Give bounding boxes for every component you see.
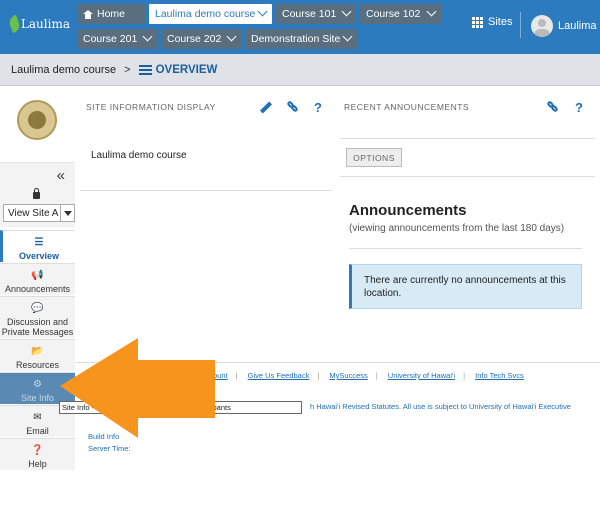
list-icon: ☰ <box>34 237 44 248</box>
tab-course-101[interactable]: Course 101 <box>276 4 356 24</box>
footer-link-feedback[interactable]: Give Us Feedback <box>248 371 310 380</box>
chevron-down-icon <box>341 6 352 17</box>
link-icon[interactable] <box>286 100 299 113</box>
nav-label: Overview <box>18 251 60 261</box>
nav-item-overview[interactable]: ☰ Overview <box>0 230 75 262</box>
sites-button[interactable]: Sites <box>472 16 512 28</box>
site-description: Laulima demo course <box>91 150 187 161</box>
nav-label: Resources <box>15 360 60 370</box>
tab-label: Demonstration Site <box>251 33 341 45</box>
divider <box>80 190 332 191</box>
nav-label: Site Info <box>20 393 55 403</box>
view-as-select[interactable]: View Site A <box>3 204 75 222</box>
tab-laulima-demo-course[interactable]: Laulima demo course <box>149 4 272 24</box>
announcements-heading: Announcements <box>349 202 467 219</box>
user-menu[interactable]: Laulima <box>531 15 597 37</box>
divider <box>349 248 582 249</box>
tab-label: Laulima demo course <box>155 8 256 20</box>
nav-label: Announcements <box>4 284 71 294</box>
footer-link-university[interactable]: University of Hawai'i <box>388 371 455 380</box>
page-title: OVERVIEW <box>155 63 218 76</box>
top-bar: Laulima Home Laulima demo course Course … <box>0 0 600 54</box>
chevron-down-icon <box>226 31 237 42</box>
page: Laulima Home Laulima demo course Course … <box>0 0 600 527</box>
breadcrumb: Laulima demo course > OVERVIEW <box>0 54 600 86</box>
home-icon <box>83 9 93 19</box>
arrow-shape <box>60 338 215 438</box>
divider <box>340 138 595 139</box>
chevron-down-icon <box>142 31 153 42</box>
breadcrumb-separator: > <box>124 63 131 76</box>
tab-course-201[interactable]: Course 201 <box>77 29 157 49</box>
help-icon[interactable]: ? <box>575 100 583 115</box>
chevron-down-icon <box>426 6 437 17</box>
tab-course-202[interactable]: Course 202 <box>161 29 241 49</box>
tab-course-102[interactable]: Course 102 <box>360 4 441 24</box>
footer-link-mysuccess[interactable]: MySuccess <box>329 371 367 380</box>
link-icon[interactable] <box>546 100 559 113</box>
sites-label: Sites <box>488 16 513 28</box>
chevron-down-icon <box>342 31 353 42</box>
announcements-subheading: (viewing announcements from the last 180… <box>349 223 565 234</box>
nav-label: Help <box>28 459 47 469</box>
divider <box>520 12 521 38</box>
megaphone-icon: 📢 <box>31 270 44 281</box>
nav-label: Email <box>26 426 49 436</box>
announcements-title: RECENT ANNOUNCEMENTS <box>344 102 470 112</box>
pointer-arrow-annotation <box>60 338 215 438</box>
double-chevron-left-icon: « <box>56 166 65 184</box>
chat-icon: 💬 <box>31 303 44 314</box>
breadcrumb-page: OVERVIEW <box>138 63 218 76</box>
university-seal-logo <box>17 100 57 140</box>
options-button[interactable]: OPTIONS <box>346 148 402 167</box>
view-as-box: View Site A <box>0 187 75 227</box>
no-announcements-message: There are currently no announcements at … <box>349 264 582 309</box>
collapse-nav-button[interactable]: « <box>0 162 75 187</box>
footer-link-its[interactable]: Info Tech Svcs <box>475 371 524 380</box>
footer-links: ount | Give Us Feedback | MySuccess | Unive… <box>213 371 524 380</box>
laulima-logo[interactable]: Laulima <box>7 12 70 36</box>
grid-icon <box>472 16 483 28</box>
tab-label: Home <box>97 8 126 20</box>
chevron-down-icon <box>257 6 268 17</box>
view-as-value: View Site A <box>8 207 59 219</box>
tab-label: Course 201 <box>83 33 138 45</box>
brand-name: Laulima <box>20 17 70 31</box>
lock-icon <box>33 188 40 199</box>
tab-demonstration-site[interactable]: Demonstration Site <box>245 29 357 49</box>
site-info-title: SITE INFORMATION DISPLAY <box>86 102 216 112</box>
tab-label: Course 101 <box>282 8 337 20</box>
breadcrumb-site[interactable]: Laulima demo course <box>11 64 116 76</box>
nav-item-announcements[interactable]: 📢 Announcements <box>0 263 75 295</box>
edit-icon[interactable] <box>259 101 273 114</box>
leaf-icon <box>7 14 22 34</box>
avatar <box>531 15 553 37</box>
legal-text: h Hawai'i Revised Statutes. All use is s… <box>310 402 571 411</box>
dropdown-arrow-icon[interactable] <box>60 205 74 221</box>
help-icon[interactable]: ? <box>314 100 322 115</box>
divider <box>340 176 595 177</box>
list-icon <box>138 64 152 75</box>
tab-label: Course 102 <box>366 8 421 20</box>
user-name: Laulima <box>558 20 597 32</box>
nav-label: Discussion and Private Messages <box>1 317 74 337</box>
tab-label: Course 202 <box>167 33 222 45</box>
nav-item-discussion[interactable]: 💬 Discussion and Private Messages <box>0 296 75 338</box>
tab-home[interactable]: Home <box>77 4 145 24</box>
